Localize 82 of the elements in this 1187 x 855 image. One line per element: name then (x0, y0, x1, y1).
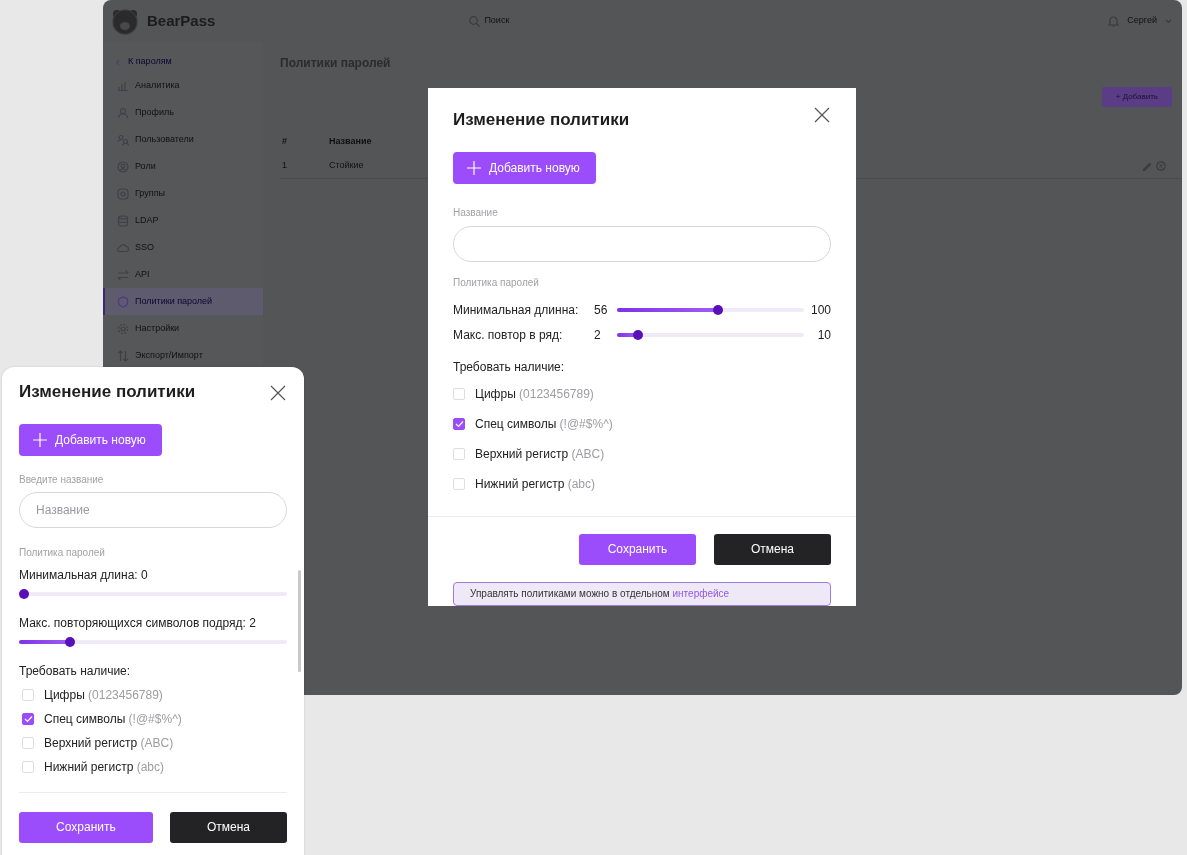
close-button[interactable] (813, 105, 831, 123)
section-label: Политика паролей (453, 275, 540, 290)
chevron-left-icon (115, 58, 120, 66)
add-new-button[interactable]: Добавить новую (19, 423, 162, 456)
sidebar-item[interactable]: Экспорт/Импорт (103, 342, 263, 369)
check-icon (23, 714, 33, 723)
slider-handle[interactable] (632, 330, 643, 340)
search-field[interactable]: Поиск (484, 14, 510, 28)
slider-handle[interactable] (19, 588, 29, 599)
cancel-button[interactable]: Отмена (714, 533, 831, 565)
note-text: Управлять политиками можно в отдельном интерфейсе (470, 587, 730, 602)
slider-label: Макс. повтор в ряд: (453, 327, 564, 344)
logo-icon (111, 7, 139, 35)
plus-icon (33, 432, 47, 447)
sidebar-item[interactable]: Профиль (103, 99, 263, 126)
slider-value: 2 (594, 327, 602, 344)
user-circle-icon (117, 160, 129, 173)
shield-icon (117, 295, 129, 308)
user-name[interactable]: Сергей (1127, 14, 1157, 28)
search-icon (469, 15, 481, 27)
scrollbar[interactable] (298, 570, 301, 672)
sidebar-item[interactable]: SSO (103, 234, 263, 261)
checkbox-label[interactable]: Цифры (0123456789) (475, 384, 594, 403)
sidebar-item[interactable]: Политики паролей (103, 288, 263, 315)
sidebar-item[interactable]: LDAP (103, 207, 263, 234)
app-logo: BearPass (147, 10, 216, 31)
column-header: Название (328, 134, 373, 148)
slider-max: 100 (809, 302, 831, 319)
back-link[interactable]: К паролям (103, 52, 263, 72)
bell-icon (1108, 15, 1120, 27)
checkbox-label[interactable]: Нижний регистр (abc) (475, 474, 596, 493)
slider[interactable] (19, 588, 287, 599)
close-icon (813, 105, 831, 124)
name-field[interactable]: Название (19, 491, 287, 528)
slider-max: 10 (816, 327, 831, 344)
sidebar-item[interactable]: Роли (103, 153, 263, 180)
dialog-title: Изменение политики (453, 109, 630, 131)
section-label: Требовать наличие: (453, 358, 566, 376)
checkbox-label[interactable]: Нижний регистр (abc) (44, 757, 165, 776)
slider[interactable] (19, 636, 287, 647)
dialog-title: Изменение политики (19, 381, 196, 403)
slider-label: Минимальная длинна: (453, 302, 580, 319)
slider-label: Макс. повторяющихся символов подряд: 2 (19, 614, 257, 632)
field-label: Название (453, 205, 499, 220)
check-icon (454, 419, 464, 428)
table-cell-text: 1 (281, 159, 288, 173)
cancel-button[interactable]: Отмена (169, 811, 287, 843)
field-label: Введите название (19, 472, 105, 487)
checkbox-label[interactable]: Спец символы (!@#$%^) (44, 709, 182, 728)
checkbox-label[interactable]: Спец символы (!@#$%^) (475, 414, 613, 433)
sidebar-item[interactable]: API (103, 261, 263, 288)
checkbox-label[interactable]: Цифры (0123456789) (44, 685, 163, 704)
checkbox-label[interactable]: Верхний регистр (ABC) (44, 733, 174, 752)
add-new-button[interactable]: Добавить новую (453, 151, 596, 184)
plus-icon (467, 160, 481, 175)
slider-label: Минимальная длина: 0 (19, 566, 149, 584)
add-button[interactable]: + Добавить (1101, 87, 1172, 107)
name-field[interactable] (453, 225, 831, 262)
column-header: # (281, 134, 288, 148)
table-cell-text: Стойкие (328, 159, 365, 173)
slider-value: 56 (594, 302, 609, 319)
sidebar-item[interactable]: Пользователи (103, 126, 263, 153)
slider-handle[interactable] (64, 636, 75, 647)
slider[interactable] (617, 305, 804, 315)
save-button[interactable]: Сохранить (579, 533, 696, 565)
slider-handle[interactable] (712, 305, 723, 315)
slider[interactable] (617, 330, 804, 340)
sidebar-item[interactable]: Настройки (103, 315, 263, 342)
database-icon (117, 214, 129, 227)
caret-icon (1165, 18, 1172, 24)
section-label: Политика паролей (19, 545, 106, 560)
checkbox[interactable] (22, 712, 34, 725)
users-icon (117, 133, 129, 146)
checkbox-label[interactable]: Верхний регистр (ABC) (475, 444, 605, 463)
interface-link[interactable]: интерфейсе (672, 588, 730, 600)
user-icon (117, 106, 129, 119)
save-button[interactable]: Сохранить (19, 811, 153, 843)
checkbox[interactable] (453, 417, 465, 430)
sidebar-item[interactable]: Аналитика (103, 72, 263, 99)
close-icon (269, 383, 287, 402)
sidebar-item[interactable]: Группы (103, 180, 263, 207)
section-label: Требовать наличие: (19, 662, 132, 680)
